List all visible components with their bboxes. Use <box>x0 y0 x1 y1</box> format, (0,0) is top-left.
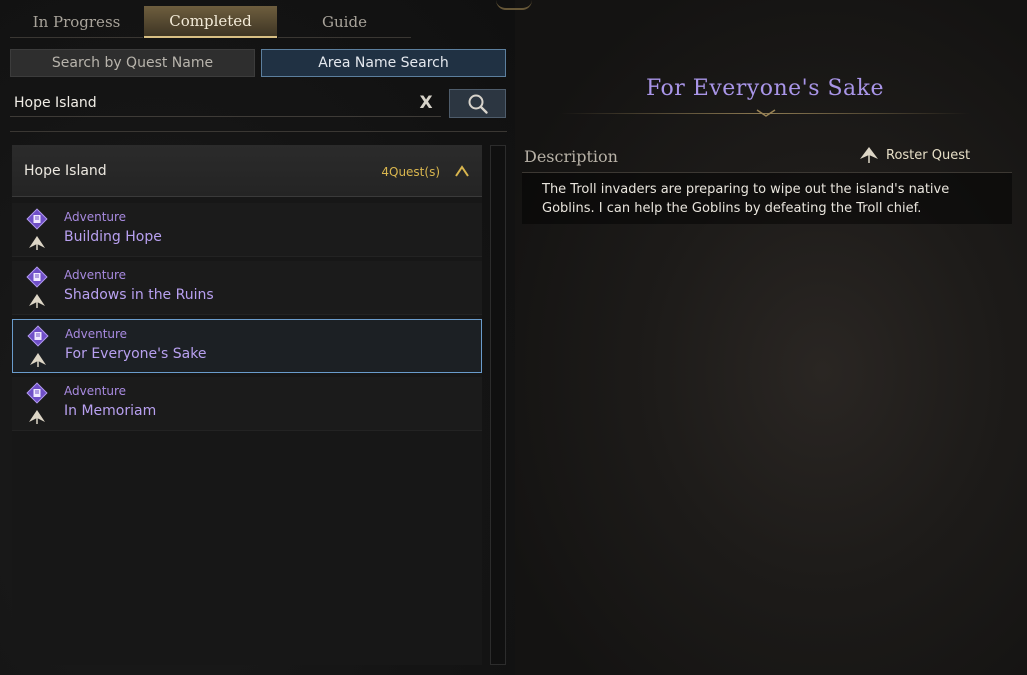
adventure-book-icon <box>26 382 48 404</box>
quest-list: Hope Island 4Quest(s) Adventure Building… <box>12 145 482 665</box>
tab-completed[interactable]: Completed <box>144 6 277 38</box>
right-panel-background <box>515 0 1027 675</box>
adventure-book-icon <box>26 208 48 230</box>
chevron-up-icon[interactable] <box>454 164 470 178</box>
roster-quest-tag: Roster Quest <box>858 146 970 164</box>
roster-quest-icon <box>860 147 878 163</box>
area-name: Hope Island <box>24 163 107 179</box>
quest-tabs: In Progress Completed Guide <box>10 6 412 38</box>
adventure-book-icon <box>27 325 49 347</box>
quest-name: Shadows in the Ruins <box>64 287 214 303</box>
top-ornament <box>496 0 532 10</box>
quest-name: For Everyone's Sake <box>65 346 207 362</box>
magnifier-icon <box>468 94 488 114</box>
quest-name: Building Hope <box>64 229 162 245</box>
quest-item-building-hope[interactable]: Adventure Building Hope <box>12 203 482 257</box>
quest-title: For Everyone's Sake <box>645 76 885 101</box>
quest-item-in-memoriam[interactable]: Adventure In Memoriam <box>12 377 482 431</box>
roster-quest-label: Roster Quest <box>886 147 971 163</box>
quest-item-for-everyones-sake[interactable]: Adventure For Everyone's Sake <box>12 319 482 373</box>
search-input[interactable] <box>10 89 409 116</box>
description-box: The Troll invaders are preparing to wipe… <box>522 172 1012 224</box>
quest-name: In Memoriam <box>64 403 157 419</box>
quest-item-shadows-in-the-ruins[interactable]: Adventure Shadows in the Ruins <box>12 261 482 315</box>
search-field: X <box>10 89 441 117</box>
quest-count: 4Quest(s) <box>381 165 440 179</box>
adventure-book-icon <box>26 266 48 288</box>
roster-quest-icon <box>29 410 45 424</box>
quest-type: Adventure <box>64 268 127 282</box>
tab-in-progress[interactable]: In Progress <box>10 6 143 38</box>
quest-list-scrollbar[interactable] <box>490 145 506 665</box>
divider <box>10 131 507 132</box>
description-label: Description <box>524 147 618 166</box>
quest-type: Adventure <box>65 327 128 341</box>
roster-quest-icon <box>29 236 45 250</box>
description-text: The Troll invaders are preparing to wipe… <box>542 182 950 216</box>
search-by-quest-name-button[interactable]: Search by Quest Name <box>10 49 255 77</box>
area-group-header[interactable]: Hope Island 4Quest(s) <box>12 145 482 197</box>
title-ornament-icon <box>756 109 776 117</box>
area-name-search-button[interactable]: Area Name Search <box>261 49 506 77</box>
tab-guide[interactable]: Guide <box>278 6 411 38</box>
search-button[interactable] <box>449 89 506 118</box>
quest-type: Adventure <box>64 384 127 398</box>
roster-quest-icon <box>30 353 46 367</box>
clear-search-button[interactable]: X <box>415 92 437 114</box>
quest-type: Adventure <box>64 210 127 224</box>
roster-quest-icon <box>29 294 45 308</box>
